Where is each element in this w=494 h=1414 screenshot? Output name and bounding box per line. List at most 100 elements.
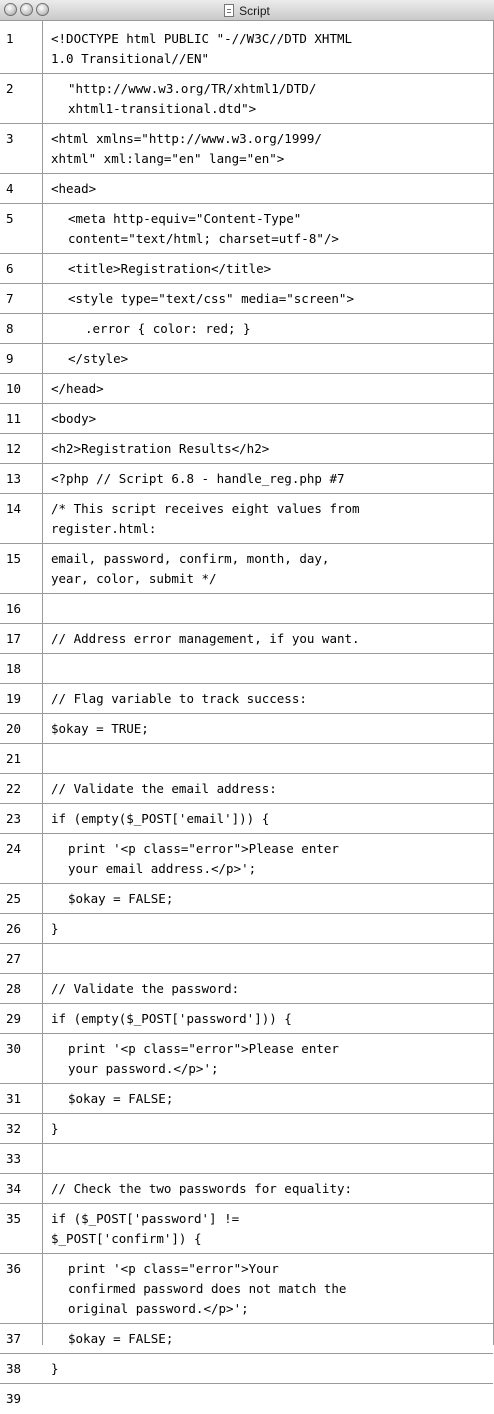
line-number: 38 [6,1361,22,1376]
code-line: 19 // Flag variable to track success: [0,684,493,714]
line-number: 1 [6,31,14,46]
line-number: 29 [6,1011,22,1026]
code-line: 22 // Validate the email address: [0,774,493,804]
line-number: 23 [6,811,22,826]
code-text-line: year, color, submit */ [51,571,217,586]
line-number: 14 [6,501,22,516]
code-text: print '<p class="error">Please enter your… [68,839,339,879]
code-line: 39 [0,1384,493,1414]
code-text-line: $_POST['confirm']) { [51,1231,202,1246]
code-line: 12 <h2>Registration Results</h2> [0,434,493,464]
code-line: 38} [0,1354,493,1384]
code-text-line: confirmed password does not match the [68,1281,347,1296]
code-line: 33 [0,1144,493,1174]
code-text-line: print '<p class="error">Please enter [68,1041,339,1056]
code-line: 30 print '<p class="error">Please enter yo… [0,1034,493,1084]
code-text: .error { color: red; } [85,319,251,339]
line-number: 24 [6,841,22,856]
code-line: 9 </style> [0,344,493,374]
line-number: 13 [6,471,22,486]
line-number: 9 [6,351,14,366]
code-text: print '<p class="error">Your confirmed pa… [68,1259,346,1319]
code-line: 17 // Address error management, if you wa… [0,624,493,654]
line-number: 17 [6,631,22,646]
code-line: 35 if ($_POST['password'] != $_POST['confi… [0,1204,493,1254]
line-number: 35 [6,1211,22,1226]
code-text-line: $okay = FALSE; [68,1091,174,1106]
code-text: // Address error management, if you want… [51,629,360,649]
code-text: $okay = FALSE; [68,889,173,909]
line-number: 2 [6,81,14,96]
code-text-line: $okay = FALSE; [68,1331,174,1346]
title-bar[interactable]: Script [0,0,494,21]
code-line: 2 "http://www.w3.org/TR/xhtml1/DTD/xhtml1… [0,74,493,124]
line-number: 16 [6,601,22,616]
code-text-line: content="text/html; charset=utf-8"/> [68,231,339,246]
code-text-line: if (empty($_POST['password'])) { [51,1011,292,1026]
code-text: } [51,1119,59,1139]
code-text: // Validate the email address: [51,779,277,799]
code-text-line: // Check the two passwords for equality: [51,1181,353,1196]
code-text-line: // Validate the email address: [51,781,277,796]
code-text-line: } [51,1361,59,1376]
line-number: 22 [6,781,22,796]
code-text: <title>Registration</title> [68,259,271,279]
code-text: <html xmlns="http://www.w3.org/1999/xhtm… [51,129,322,169]
code-line: 26} [0,914,493,944]
line-number: 18 [6,661,22,676]
code-line: 18 [0,654,493,684]
line-number: 7 [6,291,14,306]
line-number: 19 [6,691,22,706]
line-number: 32 [6,1121,22,1136]
code-text-line: } [51,1121,59,1136]
line-number: 20 [6,721,22,736]
code-text-line: <head> [51,181,97,196]
code-listing: 1 <!DOCTYPE html PUBLIC "-//W3C//DTD XHTM… [0,21,494,1406]
window-title-group: Script [0,0,494,21]
code-text: if (empty($_POST['email'])) { [51,809,269,829]
code-line: 21 [0,744,493,774]
code-line: 10 </head> [0,374,493,404]
line-number: 21 [6,751,22,766]
code-line: 15 email, password, confirm, month, day, y… [0,544,493,594]
code-line: 25 $okay = FALSE; [0,884,493,914]
code-text-line: /* This script receives eight values fro… [51,501,360,516]
code-text-line: your password.</p>'; [68,1061,219,1076]
code-text: <body> [51,409,96,429]
line-number: 28 [6,981,22,996]
code-text: // Validate the password: [51,979,239,999]
code-text-line: // Validate the password: [51,981,240,996]
code-text-line: your email address.</p>'; [68,861,257,876]
code-text: $okay = FALSE; [68,1329,173,1349]
code-line: 4 <head> [0,174,493,204]
line-number: 37 [6,1331,22,1346]
code-line: 20 $okay = TRUE; [0,714,493,744]
document-icon [224,4,235,17]
line-number: 15 [6,551,22,566]
code-text: "http://www.w3.org/TR/xhtml1/DTD/xhtml1-… [68,79,316,119]
code-text: <style type="text/css" media="screen"> [68,289,354,309]
code-text-line: print '<p class="error">Your [68,1261,279,1276]
code-text-line: .error { color: red; } [85,321,251,336]
code-line: 16 [0,594,493,624]
code-text-line: <!DOCTYPE html PUBLIC "-//W3C//DTD XHTML [51,31,353,46]
code-line: 32} [0,1114,493,1144]
code-text-line: "http://www.w3.org/TR/xhtml1/DTD/ [68,81,317,96]
code-line: 28 // Validate the password: [0,974,493,1004]
code-line: 6 <title>Registration</title> [0,254,493,284]
code-text-line: 1.0 Transitional//EN" [51,51,210,66]
code-text: print '<p class="error">Please enter your… [68,1039,339,1079]
code-line: 27 [0,944,493,974]
code-text: // Check the two passwords for equality: [51,1179,352,1199]
code-text-line: } [51,921,59,936]
code-text-line: register.html: [51,521,157,536]
code-text: if (empty($_POST['password'])) { [51,1009,292,1029]
code-text-line: </style> [68,351,129,366]
line-number: 34 [6,1181,22,1196]
code-line: 13 <?php // Script 6.8 - handle_reg.php #… [0,464,493,494]
code-text: </style> [68,349,128,369]
code-text-line: <title>Registration</title> [68,261,272,276]
code-text: <head> [51,179,96,199]
line-number: 25 [6,891,22,906]
line-number: 5 [6,211,14,226]
